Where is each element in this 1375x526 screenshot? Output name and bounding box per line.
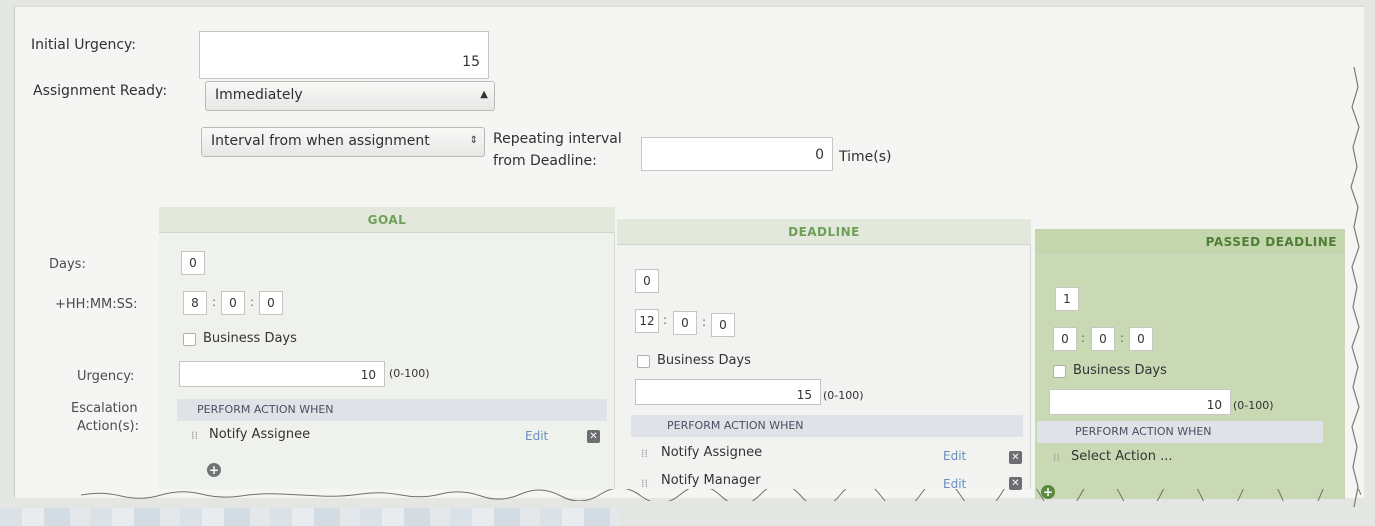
days-label: Days: bbox=[49, 257, 86, 272]
goal-actions-header: PERFORM ACTION WHEN bbox=[177, 399, 607, 421]
drag-handle-icon[interactable]: ⁞⁞ bbox=[1053, 451, 1060, 464]
goal-business-days-checkbox[interactable] bbox=[183, 333, 196, 346]
time-separator: : bbox=[663, 313, 668, 327]
updown-caret-icon: ⇕ bbox=[469, 135, 478, 146]
deadline-urgency-input[interactable]: 15 bbox=[635, 379, 821, 405]
deadline-action-label: Notify Assignee bbox=[661, 445, 763, 460]
deadline-action-edit-link[interactable]: Edit bbox=[943, 449, 966, 463]
passed-action-select[interactable]: Select Action ... bbox=[1071, 449, 1172, 464]
goal-action-edit-link[interactable]: Edit bbox=[525, 429, 548, 443]
initial-urgency-input[interactable]: 15 bbox=[199, 31, 489, 79]
deadline-urgency-range: (0-100) bbox=[823, 389, 864, 402]
repeating-interval-label-2: from Deadline: bbox=[493, 153, 597, 169]
passed-business-days-checkbox[interactable] bbox=[1053, 365, 1066, 378]
repeating-interval-input[interactable]: 0 bbox=[641, 137, 833, 171]
goal-days-input[interactable]: 0 bbox=[181, 251, 205, 275]
goal-urgency-input[interactable]: 10 bbox=[179, 361, 385, 387]
assignment-ready-select[interactable]: Immediately ▲ bbox=[205, 81, 495, 111]
updown-caret-icon: ▲ bbox=[480, 89, 488, 100]
time-separator: : bbox=[702, 315, 707, 329]
goal-action-label: Notify Assignee bbox=[209, 427, 311, 442]
interval-select[interactable]: Interval from when assignment ⇕ bbox=[201, 127, 485, 157]
time-separator: : bbox=[1120, 331, 1125, 345]
goal-business-days-label: Business Days bbox=[203, 331, 297, 346]
drag-handle-icon[interactable]: ⁞⁞ bbox=[191, 429, 198, 442]
escalation-label-2: Action(s): bbox=[77, 419, 140, 434]
goal-minutes-input[interactable]: 0 bbox=[221, 291, 245, 315]
close-icon[interactable]: ✕ bbox=[1009, 451, 1022, 464]
deadline-days-input[interactable]: 0 bbox=[635, 269, 659, 293]
drag-handle-icon[interactable]: ⁞⁞ bbox=[641, 447, 648, 460]
goal-seconds-input[interactable]: 0 bbox=[259, 291, 283, 315]
passed-business-days-label: Business Days bbox=[1073, 363, 1167, 378]
urgency-label: Urgency: bbox=[77, 369, 135, 384]
passed-urgency-input[interactable]: 10 bbox=[1049, 389, 1231, 415]
sla-form: Initial Urgency: 15 Assignment Ready: Im… bbox=[14, 6, 1364, 507]
deadline-hours-input[interactable]: 12 bbox=[635, 309, 659, 333]
initial-urgency-label: Initial Urgency: bbox=[31, 37, 136, 53]
plus-circle-icon[interactable]: + bbox=[207, 463, 221, 477]
passed-deadline-header: PASSED DEADLINE bbox=[1035, 229, 1345, 255]
passed-actions-header: PERFORM ACTION WHEN bbox=[1037, 421, 1323, 443]
passed-minutes-input[interactable]: 0 bbox=[1091, 327, 1115, 351]
deadline-actions-header: PERFORM ACTION WHEN bbox=[631, 415, 1023, 437]
goal-hours-input[interactable]: 8 bbox=[183, 291, 207, 315]
torn-edge bbox=[1350, 67, 1360, 507]
goal-header: GOAL bbox=[159, 207, 615, 233]
goal-urgency-range: (0-100) bbox=[389, 367, 430, 380]
assignment-ready-label: Assignment Ready: bbox=[33, 83, 168, 99]
screen-edge-stripe bbox=[0, 508, 620, 526]
deadline-action-label: Notify Manager bbox=[661, 473, 761, 488]
time-separator: : bbox=[250, 295, 255, 309]
escalation-label-1: Escalation bbox=[71, 401, 138, 416]
goal-panel: GOAL 0 8 : 0 : 0 Business Days 10 (0-100… bbox=[159, 207, 615, 489]
passed-seconds-input[interactable]: 0 bbox=[1129, 327, 1153, 351]
assignment-ready-value: Immediately bbox=[215, 87, 303, 103]
time-separator: : bbox=[212, 295, 217, 309]
deadline-panel: DEADLINE 0 12 : 0 : 0 Business Days 15 (… bbox=[617, 219, 1031, 491]
torn-edge bbox=[81, 489, 1361, 501]
deadline-header: DEADLINE bbox=[617, 219, 1031, 245]
deadline-minutes-input[interactable]: 0 bbox=[673, 311, 697, 335]
passed-days-input[interactable]: 1 bbox=[1055, 287, 1079, 311]
deadline-business-days-label: Business Days bbox=[657, 353, 751, 368]
repeating-interval-unit: Time(s) bbox=[839, 149, 892, 165]
interval-select-value: Interval from when assignment bbox=[211, 133, 430, 149]
hhmmss-label: +HH:MM:SS: bbox=[55, 297, 138, 312]
passed-deadline-panel: PASSED DEADLINE 1 0 : 0 : 0 Business Day… bbox=[1035, 229, 1345, 499]
time-separator: : bbox=[1081, 331, 1086, 345]
passed-urgency-range: (0-100) bbox=[1233, 399, 1274, 412]
repeating-interval-label-1: Repeating interval bbox=[493, 131, 622, 147]
passed-hours-input[interactable]: 0 bbox=[1053, 327, 1077, 351]
deadline-seconds-input[interactable]: 0 bbox=[711, 313, 735, 337]
deadline-business-days-checkbox[interactable] bbox=[637, 355, 650, 368]
close-icon[interactable]: ✕ bbox=[587, 430, 600, 443]
